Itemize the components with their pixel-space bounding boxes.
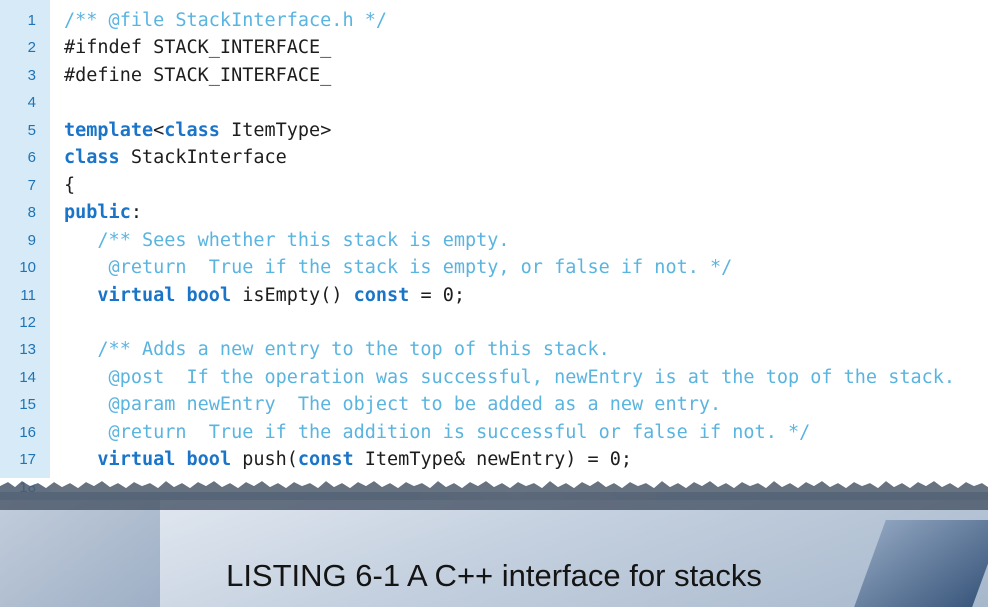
- code-line: 5 template<class ItemType>: [0, 117, 988, 144]
- code-token: #define STACK_INTERFACE_: [64, 64, 332, 86]
- code-text: /** Sees whether this stack is empty.: [64, 227, 510, 254]
- code-token: push(: [231, 449, 298, 471]
- line-number: 1: [27, 12, 36, 29]
- torn-edge: [0, 478, 988, 510]
- code-token: <: [153, 119, 165, 141]
- line-number: 16: [19, 423, 36, 441]
- line-number: 11: [20, 286, 36, 304]
- code-line: 14 @post If the operation was successful…: [0, 364, 988, 391]
- code-line: 9 /** Sees whether this stack is empty.: [0, 227, 988, 254]
- code-line: 13 /** Adds a new entry to the top of th…: [0, 336, 988, 363]
- line-number: 4: [27, 94, 36, 112]
- line-number: 14: [19, 368, 36, 386]
- code-token: = 0;: [409, 284, 466, 306]
- code-text: @param newEntry The object to be added a…: [64, 391, 722, 418]
- code-text: public:: [64, 199, 142, 226]
- line-number: 5: [27, 121, 36, 139]
- line-number: 7: [27, 176, 36, 194]
- code-text: class StackInterface: [64, 144, 287, 171]
- code-comment: /** Adds a new entry to the top of this …: [64, 339, 610, 361]
- code-line: 16 @return True if the addition is succe…: [0, 419, 988, 446]
- code-keyword: bool: [186, 284, 232, 306]
- code-line: 2 #ifndef STACK_INTERFACE_: [0, 34, 988, 61]
- code-token: {: [64, 174, 76, 196]
- line-number: 12: [19, 313, 36, 331]
- code-token: #ifndef STACK_INTERFACE_: [64, 37, 332, 59]
- code-comment: /** @file StackInterface.h */: [64, 10, 388, 31]
- code-token: :: [130, 202, 142, 224]
- code-keyword: virtual: [97, 284, 176, 306]
- code-text: /** @file StackInterface.h */: [64, 7, 387, 34]
- code-text: template<class ItemType>: [64, 117, 331, 144]
- code-comment: @post If the operation was successful, n…: [64, 366, 956, 388]
- code-keyword: class: [64, 147, 120, 169]
- code-listing-panel: 1 /** @file StackInterface.h */ 2 #ifndef S…: [0, 0, 988, 492]
- code-text: virtual bool isEmpty() const = 0;: [64, 282, 465, 309]
- code-text: @post If the operation was successful, n…: [64, 364, 956, 391]
- line-number: 2: [27, 39, 36, 57]
- code-line: 12: [0, 309, 988, 336]
- code-text: virtual bool push(const ItemType& newEnt…: [64, 446, 632, 473]
- line-number: 9: [27, 231, 36, 249]
- code-keyword: const: [297, 449, 354, 471]
- code-keyword: class: [164, 119, 220, 141]
- code-line: 6 class StackInterface: [0, 144, 988, 171]
- code-line: 3 #define STACK_INTERFACE_: [0, 62, 988, 89]
- code-line: 17 virtual bool push(const ItemType& new…: [0, 446, 988, 473]
- line-number: 6: [27, 149, 36, 167]
- code-comment: @return True if the addition is successf…: [64, 421, 811, 443]
- code-text: #ifndef STACK_INTERFACE_: [64, 34, 331, 61]
- line-number: 10: [19, 259, 36, 277]
- code-text: /** Adds a new entry to the top of this …: [64, 336, 610, 363]
- code-text: {: [64, 172, 75, 199]
- code-keyword: bool: [186, 449, 232, 471]
- code-line: 7{: [0, 172, 988, 199]
- code-keyword: virtual: [97, 449, 176, 471]
- code-comment: /** Sees whether this stack is empty.: [64, 229, 510, 251]
- code-keyword: const: [353, 284, 410, 306]
- line-number: 8: [27, 204, 36, 222]
- line-number: 17: [19, 451, 36, 469]
- code-token: ItemType& newEntry) = 0;: [353, 449, 633, 471]
- line-number: 15: [19, 396, 36, 414]
- code-token: ItemType>: [219, 119, 332, 141]
- code-comment: @return True if the stack is empty, or f…: [64, 257, 733, 279]
- code-line: 11 virtual bool isEmpty() const = 0;: [0, 282, 988, 309]
- code-line: 15 @param newEntry The object to be adde…: [0, 391, 988, 418]
- code-line: 4: [0, 89, 988, 116]
- line-number: 13: [19, 341, 36, 359]
- code-comment: @param newEntry The object to be added a…: [64, 394, 722, 416]
- code-line: 1 /** @file StackInterface.h */: [0, 7, 988, 34]
- code-keyword: template: [64, 119, 154, 141]
- slide-caption: LISTING 6-1 A C++ interface for stacks: [226, 558, 762, 593]
- code-line: 8 public:: [0, 199, 988, 226]
- code-token: isEmpty(): [231, 284, 354, 306]
- code-text: #define STACK_INTERFACE_: [64, 62, 331, 89]
- code-text: @return True if the stack is empty, or f…: [64, 254, 733, 281]
- code-line: 10 @return True if the stack is empty, o…: [0, 254, 988, 281]
- line-number: 3: [27, 66, 36, 84]
- code-text: @return True if the addition is successf…: [64, 419, 811, 446]
- code-keyword: public: [64, 202, 131, 224]
- code-token: StackInterface: [119, 147, 287, 169]
